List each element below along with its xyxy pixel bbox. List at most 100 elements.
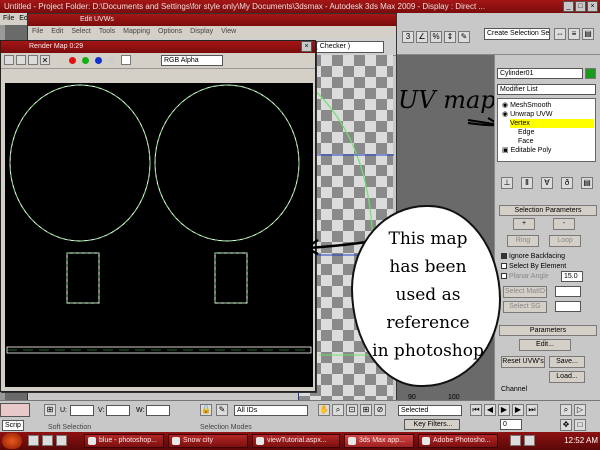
clear-image-icon[interactable]: ✕ [40,55,50,65]
orbit-icon[interactable]: ✥ [560,419,572,431]
grow-selection-button[interactable]: + [513,218,535,230]
v-spinner[interactable] [106,405,130,416]
lock-selection-icon[interactable]: 🔒 [200,404,212,416]
uv-menu-select[interactable]: Select [71,26,90,38]
load-uvw-button[interactable]: Load... [549,371,585,383]
planar-angle-spinner[interactable]: 15.0 [561,271,583,282]
next-frame-icon[interactable]: ▶ [512,404,524,416]
goto-end-icon[interactable]: ⏭ [526,404,538,416]
object-name-field[interactable]: Cylinder01 [497,68,583,79]
render-map-close-icon[interactable]: × [301,41,312,52]
u-spinner[interactable] [70,405,94,416]
key-filters-button[interactable]: Key Filters... [404,419,460,430]
close-icon[interactable]: × [587,1,598,12]
edit-uvw-button[interactable]: Edit... [519,339,571,351]
quicklaunch-icon[interactable] [28,435,39,446]
align-icon[interactable]: ≡ [568,28,580,40]
save-uvw-button[interactable]: Save... [549,356,585,368]
field-of-view-icon[interactable]: ▷ [574,404,586,416]
matid-spinner[interactable] [555,286,581,297]
prev-frame-icon[interactable]: ◀ [484,404,496,416]
task-photoshop-blue[interactable]: blue - photoshop... [84,434,164,448]
print-image-icon[interactable] [28,55,38,65]
tray-icon-1[interactable] [510,435,521,446]
uv-menu-edit[interactable]: Edit [51,26,63,38]
maximize-viewport-icon[interactable]: □ [574,419,586,431]
task-snow-city[interactable]: Snow city [168,434,248,448]
show-end-result-icon[interactable]: Ⅱ [521,177,533,189]
uv-menu-mapping[interactable]: Mapping [123,26,150,38]
stack-editable-poly[interactable]: ▣ Editable Poly [502,146,551,155]
stack-face[interactable]: Face [518,137,534,146]
mirror-icon[interactable]: ⇔ [554,28,566,40]
snap-icon[interactable]: 3 [402,31,414,43]
w-spinner[interactable] [146,405,170,416]
object-color-icon[interactable] [585,68,596,79]
ids-dropdown[interactable]: All IDs [234,405,308,416]
selected-dropdown[interactable]: Selected [398,405,462,416]
task-3dsmax[interactable]: 3ds Max app... [344,434,414,448]
selection-set-dropdown[interactable]: Create Selection Set [484,28,550,40]
parameters-rollout[interactable]: Parameters [499,325,597,336]
selection-parameters-rollout[interactable]: Selection Parameters [499,205,597,216]
paint-select-icon[interactable]: ✎ [216,404,228,416]
sg-spinner[interactable] [555,301,581,312]
swatch-icon[interactable] [121,55,131,65]
maximize-icon[interactable]: □ [575,1,586,12]
menu-file[interactable]: File [3,13,14,25]
shrink-selection-button[interactable]: - [553,218,575,230]
tray-icon-2[interactable] [524,435,535,446]
blue-channel-icon[interactable] [95,57,102,64]
remove-modifier-icon[interactable]: ð [561,177,573,189]
uv-menu-file[interactable]: File [32,26,43,38]
make-unique-icon[interactable]: ∀ [541,177,553,189]
stack-meshsmooth[interactable]: ◉ MeshSmooth [502,101,551,110]
minimize-icon[interactable]: _ [563,1,574,12]
stack-edge[interactable]: Edge [518,128,534,137]
uv-menu-display[interactable]: Display [190,26,213,38]
zoom-region-icon[interactable]: ⊡ [346,404,358,416]
pin-stack-icon[interactable]: ⊥ [501,177,513,189]
copy-image-icon[interactable] [16,55,26,65]
zoom-icon[interactable]: ⌕ [332,404,344,416]
save-image-icon[interactable] [4,55,14,65]
zoom-extents-icon[interactable]: ⊞ [360,404,372,416]
task-view-tutorial[interactable]: viewTutorial.aspx... [252,434,340,448]
select-sg-button[interactable]: Select SG [503,301,547,313]
task-adobe-photoshop[interactable]: Adobe Photosho... [418,434,498,448]
maxscript-listener[interactable]: Scrip [2,420,24,431]
uv-menu-tools[interactable]: Tools [99,26,115,38]
percent-snap-icon[interactable]: % [430,31,442,43]
channel-dropdown[interactable]: RGB Alpha [161,55,223,66]
select-by-element-checkbox[interactable]: Select By Element [501,262,566,271]
zoom-viewport-icon[interactable]: ⌕ [560,404,572,416]
stack-vertex[interactable]: Vertex [510,119,594,128]
ignore-backfacing-checkbox[interactable]: Ignore Backfacing [501,252,565,261]
uv-menu-options[interactable]: Options [158,26,182,38]
current-frame-field[interactable]: 0 [500,419,522,430]
layer-icon[interactable]: ▤ [582,28,594,40]
quicklaunch-icon-3[interactable] [56,435,67,446]
start-button-icon[interactable] [2,433,22,449]
quicklaunch-icon-2[interactable] [42,435,53,446]
loop-button[interactable]: Loop [549,235,581,247]
mono-channel-icon[interactable] [108,57,115,64]
goto-start-icon[interactable]: ⏮ [470,404,482,416]
uv-lock-icon[interactable]: ⊞ [44,404,56,416]
edit-named-selection-icon[interactable]: ✎ [458,31,470,43]
uv-menu-view[interactable]: View [221,26,236,38]
angle-snap-icon[interactable]: ∠ [416,31,428,43]
grid-snap-icon[interactable]: ⊘ [374,404,386,416]
red-channel-icon[interactable] [69,57,76,64]
green-channel-icon[interactable] [82,57,89,64]
play-icon[interactable]: ▶ [498,404,510,416]
pan-icon[interactable]: ✋ [318,404,330,416]
modifier-list-dropdown[interactable]: Modifier List [497,84,596,95]
stack-unwrap-uvw[interactable]: ◉ Unwrap UVW [502,110,552,119]
select-matid-button[interactable]: Select MatID [503,286,547,298]
reset-uvws-button[interactable]: Reset UVW's [501,356,545,368]
ring-button[interactable]: Ring [507,235,539,247]
planar-angle-checkbox[interactable]: Planar Angle [501,272,549,281]
spinner-snap-icon[interactable]: ⇕ [444,31,456,43]
configure-sets-icon[interactable]: ▤ [581,177,593,189]
